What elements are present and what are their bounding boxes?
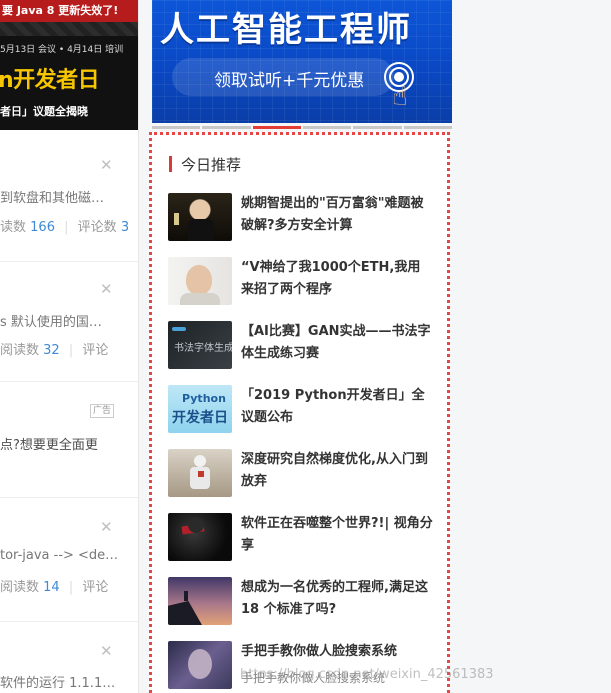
feed-item-meta: 读数 166 | 评论数 3 [0,216,129,235]
recommend-item[interactable]: Python 开发者日 「2019 Python开发者日」全议题公布 [168,385,438,439]
header-accent-bar [169,156,172,172]
left-banner-title: n开发者日 [0,68,100,93]
left-banner-dates: 5月13日 会议 • 4月14日 培训 [0,45,124,55]
close-icon[interactable]: ✕ [100,282,113,297]
carousel-dot[interactable] [353,126,402,129]
ad-cta-text: 领取试听+千元优惠 [214,71,365,91]
feed-item-meta: 阅读数 32 | 评论 [0,339,108,358]
feed-item-meta: 阅读数 14 | 评论 [0,576,108,595]
carousel-dot[interactable] [152,126,201,129]
left-banner-subtitle: 者日」议题全揭晓 [0,105,88,118]
ad-badge: 广告 [90,404,115,418]
recommend-item[interactable]: 软件正在吞噬整个世界?!| 视角分享 [168,513,438,567]
pointing-hand-icon: ☝ [392,82,408,112]
read-count: 166 [30,220,55,235]
feed-item-4[interactable]: ✕ 软件的运行 1.1.1… [0,622,138,693]
man-portrait-photo-thumbnail[interactable] [168,257,232,305]
meta-divider: | [68,343,74,358]
left-feed-column: 要 Java 8 更新失效了! 5月13日 会议 • 4月14日 培训 n开发者… [0,0,139,693]
recommend-item[interactable]: 深度研究自然梯度优化,从入门到放弃 [168,449,438,503]
comment-count-label: 评论 [82,343,109,358]
left-promo-banner[interactable]: 要 Java 8 更新失效了! 5月13日 会议 • 4月14日 培训 n开发者… [0,0,138,130]
comment-count-label: 评论 [82,580,109,595]
recommend-item[interactable]: 姚期智提出的"百万富翁"难题被破解?多方安全计算 [168,193,438,247]
read-count: 32 [43,343,60,358]
tap-ripple-icon-core [394,72,404,82]
recommend-item-title: 姚期智提出的"百万富翁"难题被破解?多方安全计算 [241,196,424,233]
carousel-indicators [152,126,452,129]
comment-count: 3 [120,220,130,235]
recommend-item-title: 深度研究自然梯度优化,从入门到放弃 [241,452,428,489]
thumbnail-python-label: Python [182,392,226,405]
today-recommend-panel: 今日推荐 姚期智提出的"百万富翁"难题被破解?多方安全计算 “V神给了我1000… [149,132,450,693]
close-icon[interactable]: ✕ [100,158,113,173]
feed-item-summary: 点?想要更全面更 [0,438,98,453]
read-count-label: 阅读数 [0,343,40,358]
feed-item-summary: 软件的运行 1.1.1… [0,676,116,691]
man-toasting-photo-thumbnail[interactable] [168,193,232,241]
thumbnail-spacer [168,667,232,693]
close-icon[interactable]: ✕ [100,644,113,659]
recommend-item-title: “V神给了我1000个ETH,我用来招了两个程序 [241,260,421,297]
dark-figure-thumbnail[interactable] [168,513,232,561]
feed-item-ad[interactable]: 广告 点?想要更全面更 [0,382,138,498]
recommend-item-title: 软件正在吞噬整个世界?!| 视角分享 [241,516,433,553]
recommend-item-title: 【AI比赛】GAN实战——书法字体生成练习赛 [241,324,431,361]
read-count-label: 读数 [0,220,27,235]
close-icon[interactable]: ✕ [100,520,113,535]
feed-item-summary: tor-java --> <de… [0,548,119,563]
recommend-title: 今日推荐 [181,155,242,174]
left-banner-stripe [0,22,138,36]
carousel-dot[interactable] [403,126,452,129]
recommend-item-title: 「2019 Python开发者日」全议题公布 [241,388,425,425]
csdn-watermark: https://blog.csdn.net/weixin_42561383 [240,667,494,682]
recommend-header: 今日推荐 [169,155,242,174]
recommend-item[interactable]: 想成为一名优秀的工程师,满足这 18 个标准了吗? [168,577,438,631]
ai-engineer-ad-banner[interactable]: 人工智能工程师 领取试听+千元优惠 ☝ [152,0,452,123]
ad-title: 人工智能工程师 [160,10,412,50]
carousel-dot[interactable] [302,126,352,129]
meta-divider: | [68,580,74,595]
thumbnail-caption: 书法字体生成 [174,343,232,354]
carousel-dot[interactable] [252,126,301,129]
left-banner-notice: 要 Java 8 更新失效了! [0,0,138,22]
recommend-item-title: 想成为一名优秀的工程师,满足这 18 个标准了吗? [241,580,428,617]
recommend-item[interactable]: “V神给了我1000个ETH,我用来招了两个程序 [168,257,438,311]
calligraphy-font-thumbnail[interactable]: 书法字体生成 [168,321,232,369]
meta-divider: | [64,220,69,235]
read-count: 14 [43,580,60,595]
comment-count-label: 评论数 [77,220,117,235]
recommend-item[interactable]: 书法字体生成 【AI比赛】GAN实战——书法字体生成练习赛 [168,321,438,375]
climber-sunset-thumbnail[interactable] [168,577,232,625]
python-developer-day-thumbnail[interactable]: Python 开发者日 [168,385,232,433]
feed-item-summary: s 默认使用的国… [0,315,102,330]
carousel-dot[interactable] [202,126,251,129]
robot-figure-thumbnail[interactable] [168,449,232,497]
feed-item-2[interactable]: ✕ s 默认使用的国… 阅读数 32 | 评论 [0,262,138,382]
thumbnail-devday-label: 开发者日 [172,410,228,426]
read-count-label: 阅读数 [0,580,40,595]
page: 要 Java 8 更新失效了! 5月13日 会议 • 4月14日 培训 n开发者… [0,0,611,693]
feed-item-3[interactable]: ✕ tor-java --> <de… 阅读数 14 | 评论 [0,498,138,622]
feed-item-summary: 到软盘和其他磁… [0,191,105,206]
feed-item-1[interactable]: ✕ 到软盘和其他磁… 读数 166 | 评论数 3 [0,140,138,262]
